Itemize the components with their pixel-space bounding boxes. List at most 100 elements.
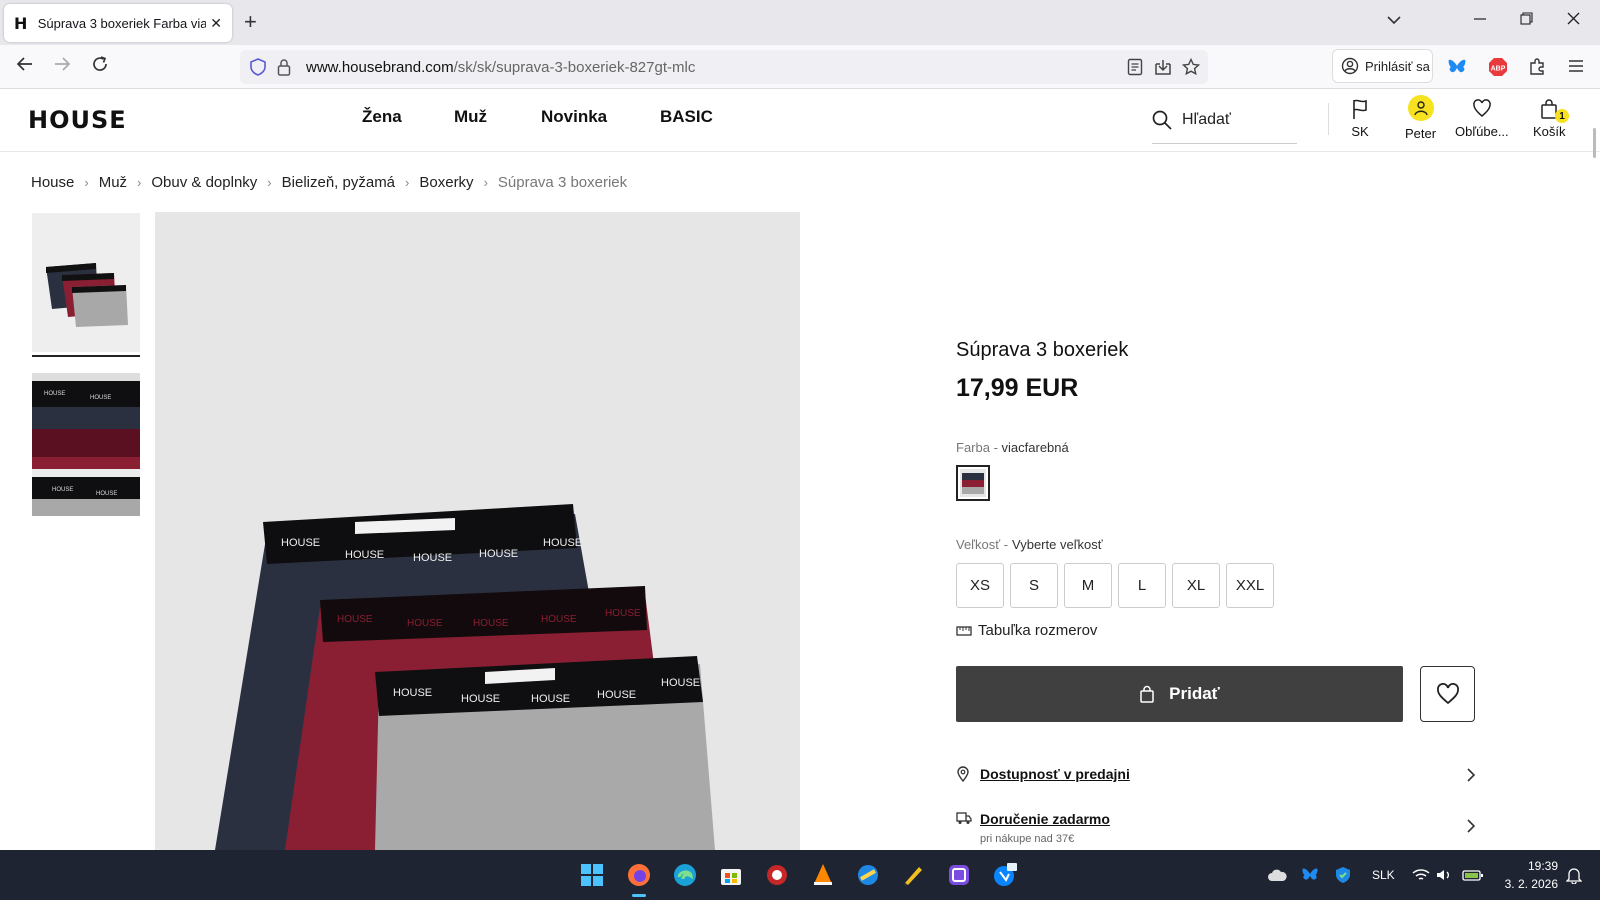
site-search[interactable]: Hľadať bbox=[1152, 96, 1297, 144]
size-option-l[interactable]: L bbox=[1118, 563, 1166, 608]
app-purple-taskbar-icon[interactable] bbox=[946, 862, 972, 888]
sign-in-label: Prihlásiť sa bbox=[1365, 58, 1430, 74]
tab-list-chevron-icon[interactable] bbox=[1387, 12, 1401, 30]
app-mail-taskbar-icon[interactable] bbox=[992, 862, 1018, 888]
battery-icon[interactable] bbox=[1460, 862, 1486, 888]
nav-item-novinka[interactable]: Novinka bbox=[541, 107, 607, 127]
waistband-label: HOUSE bbox=[393, 687, 432, 699]
size-prompt: Vyberte veľkosť bbox=[1012, 537, 1103, 552]
waistband-label: HOUSE bbox=[605, 608, 641, 619]
free-delivery-row[interactable]: Doručenie zadarmo pri nákupe nad 37€ bbox=[956, 811, 1476, 849]
restore-icon[interactable] bbox=[1520, 12, 1533, 30]
account-label: Peter bbox=[1405, 126, 1437, 141]
volume-icon[interactable] bbox=[1431, 862, 1457, 888]
account-icon bbox=[1341, 57, 1359, 75]
waistband-label: HOUSE bbox=[413, 552, 452, 564]
app-blue-yellow-taskbar-icon[interactable] bbox=[855, 862, 881, 888]
heart-icon bbox=[1436, 683, 1459, 705]
sign-in-button[interactable]: Prihlásiť sa bbox=[1332, 49, 1433, 83]
size-label: Veľkosť - Vyberte veľkosť bbox=[956, 537, 1103, 552]
flag-icon bbox=[1353, 99, 1367, 119]
onedrive-cloud-icon[interactable] bbox=[1264, 862, 1290, 888]
notifications-bell-icon[interactable] bbox=[1561, 862, 1587, 888]
search-placeholder: Hľadať bbox=[1182, 110, 1231, 128]
adblock-plus-icon[interactable]: ABP bbox=[1488, 57, 1508, 82]
size-table-link[interactable]: Tabuľka rozmerov bbox=[956, 622, 1097, 639]
site-logo[interactable]: HOUSE bbox=[28, 106, 127, 134]
color-value: viacfarebná bbox=[1001, 440, 1069, 455]
add-to-favorites-button[interactable] bbox=[1420, 666, 1475, 722]
edge-taskbar-icon[interactable] bbox=[672, 862, 698, 888]
vlc-taskbar-icon[interactable] bbox=[810, 862, 836, 888]
breadcrumb-item[interactable]: Muž bbox=[99, 174, 127, 191]
favorites-link[interactable]: Obľúbe... bbox=[1455, 98, 1509, 139]
breadcrumb-item[interactable]: Bielizeň, pyžamá bbox=[282, 174, 395, 191]
security-shield-icon[interactable] bbox=[1330, 862, 1356, 888]
cart-label: Košík bbox=[1533, 124, 1566, 139]
svg-text:HOUSE: HOUSE bbox=[96, 491, 117, 497]
chevron-right-icon bbox=[1466, 819, 1476, 836]
page-scrollbar[interactable] bbox=[1593, 128, 1596, 158]
store-availability-link[interactable]: Dostupnosť v predajni bbox=[980, 766, 1130, 782]
breadcrumb: House › Muž › Obuv & doplnky › Bielizeň,… bbox=[31, 174, 627, 191]
save-to-pocket-icon[interactable] bbox=[1154, 58, 1172, 81]
region-selector[interactable]: SK bbox=[1350, 98, 1370, 139]
store-taskbar-icon[interactable] bbox=[718, 862, 744, 888]
bookmark-star-icon[interactable] bbox=[1181, 57, 1201, 81]
chevron-right-icon: › bbox=[483, 175, 488, 190]
back-icon[interactable] bbox=[16, 55, 34, 78]
menu-hamburger-icon[interactable] bbox=[1568, 59, 1584, 78]
active-thumbnail-indicator bbox=[32, 355, 140, 357]
product-thumbnail[interactable]: HOUSE HOUSE HOUSE HOUSE bbox=[32, 373, 140, 516]
lock-icon[interactable] bbox=[277, 58, 291, 81]
heart-icon bbox=[1473, 99, 1491, 117]
cart-link[interactable]: 1 Košík bbox=[1533, 98, 1569, 139]
new-tab-icon[interactable]: + bbox=[244, 11, 257, 33]
language-indicator[interactable]: SLK bbox=[1372, 868, 1395, 882]
size-options: XS S M L XL XXL bbox=[956, 563, 1280, 608]
size-option-m[interactable]: M bbox=[1064, 563, 1112, 608]
size-option-xxl[interactable]: XXL bbox=[1226, 563, 1274, 608]
firefox-taskbar-icon[interactable] bbox=[626, 862, 652, 888]
delivery-truck-icon bbox=[956, 811, 972, 828]
breadcrumb-item[interactable]: House bbox=[31, 174, 74, 191]
clock-date[interactable]: 3. 2. 2026 bbox=[1494, 877, 1558, 891]
color-swatch-selected[interactable] bbox=[956, 465, 990, 501]
tab-close-icon[interactable]: ✕ bbox=[210, 15, 222, 32]
reload-icon[interactable] bbox=[91, 55, 109, 78]
browser-tab[interactable]: H Súprava 3 boxeriek Farba viacfarebná ✕ bbox=[4, 4, 232, 42]
free-delivery-link[interactable]: Doručenie zadarmo bbox=[980, 811, 1110, 827]
add-to-cart-button[interactable]: Pridať bbox=[956, 666, 1403, 722]
nav-item-basic[interactable]: BASIC bbox=[660, 107, 713, 127]
bluesky-extension-icon[interactable] bbox=[1447, 57, 1467, 82]
app-pen-taskbar-icon[interactable] bbox=[900, 862, 926, 888]
app-red-taskbar-icon[interactable] bbox=[764, 862, 790, 888]
waistband-label: HOUSE bbox=[597, 689, 636, 701]
reader-view-icon[interactable] bbox=[1127, 58, 1143, 81]
tray-bluesky-icon[interactable] bbox=[1297, 862, 1323, 888]
size-option-s[interactable]: S bbox=[1010, 563, 1058, 608]
shield-icon[interactable] bbox=[250, 58, 266, 81]
chevron-right-icon: › bbox=[137, 175, 142, 190]
windows-start-icon[interactable] bbox=[579, 862, 605, 888]
close-window-icon[interactable] bbox=[1567, 12, 1580, 30]
size-option-xl[interactable]: XL bbox=[1172, 563, 1220, 608]
minimize-icon[interactable] bbox=[1474, 12, 1486, 30]
breadcrumb-item[interactable]: Boxerky bbox=[419, 174, 473, 191]
clock-time[interactable]: 19:39 bbox=[1516, 859, 1558, 873]
breadcrumb-item[interactable]: Obuv & doplnky bbox=[151, 174, 257, 191]
waistband-label: HOUSE bbox=[541, 614, 577, 625]
nav-item-muz[interactable]: Muž bbox=[454, 107, 487, 127]
product-main-image[interactable]: HOUSE HOUSE HOUSE HOUSE HOUSE HOUSE HOUS… bbox=[155, 212, 800, 850]
address-bar[interactable]: www.housebrand.com/sk/sk/suprava-3-boxer… bbox=[240, 50, 1208, 84]
store-availability-row[interactable]: Dostupnosť v predajni bbox=[956, 766, 1476, 790]
account-link[interactable]: Peter bbox=[1405, 95, 1436, 141]
extensions-puzzle-icon[interactable] bbox=[1528, 57, 1546, 80]
size-option-xs[interactable]: XS bbox=[956, 563, 1004, 608]
waistband-label: HOUSE bbox=[337, 614, 373, 625]
nav-item-zena[interactable]: Žena bbox=[362, 107, 402, 127]
forward-icon[interactable] bbox=[53, 55, 71, 78]
add-to-cart-label: Pridať bbox=[1169, 684, 1220, 703]
product-thumbnail[interactable] bbox=[32, 213, 140, 352]
ruler-icon bbox=[956, 625, 972, 636]
